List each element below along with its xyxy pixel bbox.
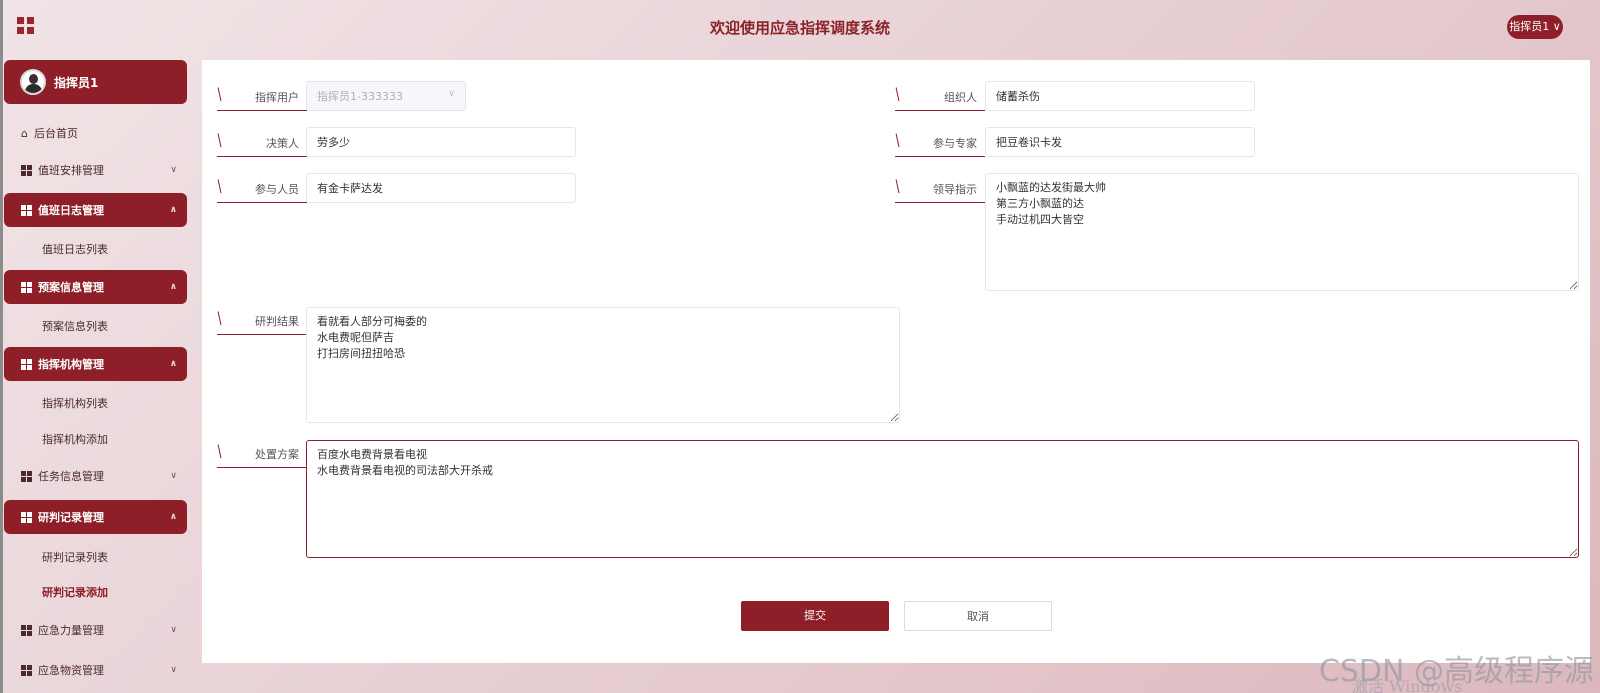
submit-button[interactable]: 提交 [741, 601, 889, 631]
chevron-up-icon: ∧ [169, 359, 177, 369]
grid-icon [21, 624, 32, 636]
avatar [20, 69, 46, 95]
chevron-up-icon: ∧ [169, 282, 177, 292]
sidebar-item-command-org[interactable]: 指挥机构管理 ∧ [4, 347, 187, 381]
field-label: 参与专家 [933, 137, 977, 150]
expert-label: 参与专家 [895, 127, 985, 157]
window-edge [0, 0, 3, 693]
sidebar-item-label: 值班日志管理 [38, 204, 104, 217]
participant-label: 参与人员 [217, 173, 307, 203]
chevron-up-icon: ∧ [169, 205, 177, 215]
sidebar-item-task-info[interactable]: 任务信息管理 ∨ [4, 459, 187, 493]
instruction-label: 领导指示 [895, 173, 985, 203]
result-textarea[interactable]: 看就看人部分可梅委的 水电费呢但萨吉 打扫房间扭扭哈恐 [306, 307, 900, 423]
grid-icon [21, 281, 32, 293]
chevron-down-icon: ∨ [448, 89, 455, 99]
field-label: 研判结果 [255, 315, 299, 328]
plan-textarea[interactable]: 百度水电费背景看电视 水电费背景看电视的司法部大开杀戒 [306, 440, 1579, 558]
grid-icon [21, 164, 32, 176]
user-menu-button[interactable]: 指挥员1 ∨ [1507, 15, 1563, 39]
commander-label: 指挥用户 [217, 81, 307, 111]
sidebar-item-label: 指挥机构管理 [38, 358, 104, 371]
pen-mark-icon [895, 178, 903, 194]
chevron-up-icon: ∧ [169, 512, 177, 522]
home-icon: ⌂ [21, 126, 28, 140]
field-label: 参与人员 [255, 183, 299, 196]
sidebar-item-duty-schedule[interactable]: 值班安排管理 ∨ [4, 153, 187, 187]
grid-icon [21, 358, 32, 370]
field-label: 处置方案 [255, 448, 299, 461]
chevron-down-icon: ∨ [170, 625, 177, 635]
participant-input[interactable] [306, 173, 576, 203]
profile-name: 指挥员1 [54, 75, 99, 90]
organizer-label: 组织人 [895, 81, 985, 111]
sidebar-subitem-org-add[interactable]: 指挥机构添加 [4, 424, 187, 454]
commander-select[interactable]: 指挥员1-333333 ∨ [306, 81, 466, 111]
field-label: 指挥用户 [255, 91, 299, 104]
pen-mark-icon [895, 86, 903, 102]
sidebar-item-home[interactable]: ⌂ 后台首页 [4, 116, 187, 150]
grid-icon [21, 511, 32, 523]
sidebar-item-label: 任务信息管理 [38, 470, 104, 483]
chevron-down-icon: ∨ [170, 665, 177, 675]
field-label: 组织人 [944, 91, 977, 104]
sidebar-item-emergency-force[interactable]: 应急力量管理 ∨ [4, 613, 187, 647]
grid-icon [21, 664, 32, 676]
field-label: 决策人 [266, 137, 299, 150]
chevron-down-icon: ∨ [170, 471, 177, 481]
sidebar-item-plan-info[interactable]: 预案信息管理 ∧ [4, 270, 187, 304]
sidebar-subitem-plan-list[interactable]: 预案信息列表 [4, 311, 187, 341]
sidebar-subitem-record-list[interactable]: 研判记录列表 [4, 542, 187, 572]
organizer-input[interactable] [985, 81, 1255, 111]
sidebar-subitem-org-list[interactable]: 指挥机构列表 [4, 388, 187, 418]
sidebar-item-duty-log[interactable]: 值班日志管理 ∧ [4, 193, 187, 227]
field-label: 领导指示 [933, 183, 977, 196]
windows-activate-notice: 激活 Windows [1352, 677, 1463, 693]
expert-input[interactable] [985, 127, 1255, 157]
instruction-textarea[interactable]: 小飘蓝的达发街最大帅 第三方小飘蓝的达 手动过机四大皆空 [985, 173, 1579, 291]
sidebar-item-label: 后台首页 [33, 127, 78, 140]
sidebar-subitem-duty-log-list[interactable]: 值班日志列表 [4, 234, 187, 264]
decision-label: 决策人 [217, 127, 307, 157]
plan-label: 处置方案 [217, 438, 307, 468]
sidebar-item-judgement-record[interactable]: 研判记录管理 ∧ [4, 500, 187, 534]
sidebar: 指挥员1 ⌂ 后台首页 值班安排管理 ∨ 值班日志管理 ∧ 值班日志列表 预案信… [4, 60, 187, 677]
pen-mark-icon [217, 132, 225, 148]
sidebar-item-label: 值班安排管理 [38, 164, 104, 177]
sidebar-item-label: 预案信息管理 [38, 281, 104, 294]
chevron-down-icon: ∨ [170, 165, 177, 175]
pen-mark-icon [217, 86, 225, 102]
decision-input[interactable] [306, 127, 576, 157]
form-panel: 指挥用户 指挥员1-333333 ∨ 组织人 决策人 参与专家 参与人员 领导指… [202, 60, 1590, 663]
cancel-button[interactable]: 取消 [904, 601, 1052, 631]
sidebar-item-emergency-supplies[interactable]: 应急物资管理 ∨ [4, 653, 187, 687]
pen-mark-icon [217, 310, 225, 326]
top-header: 欢迎使用应急指挥调度系统 指挥员1 ∨ [0, 0, 1600, 54]
site-title: 欢迎使用应急指挥调度系统 [709, 19, 890, 37]
grid-icon [21, 204, 32, 216]
pen-mark-icon [895, 132, 903, 148]
sidebar-subitem-record-add[interactable]: 研判记录添加 [4, 577, 187, 607]
profile-card[interactable]: 指挥员1 [4, 60, 187, 104]
pen-mark-icon [217, 178, 225, 194]
sidebar-item-label: 应急力量管理 [38, 624, 104, 637]
commander-value: 指挥员1-333333 [317, 90, 403, 103]
grid-icon [21, 470, 32, 482]
result-label: 研判结果 [217, 305, 307, 335]
sidebar-item-label: 研判记录管理 [38, 511, 104, 524]
pen-mark-icon [217, 443, 225, 459]
sidebar-item-label: 应急物资管理 [38, 664, 104, 677]
